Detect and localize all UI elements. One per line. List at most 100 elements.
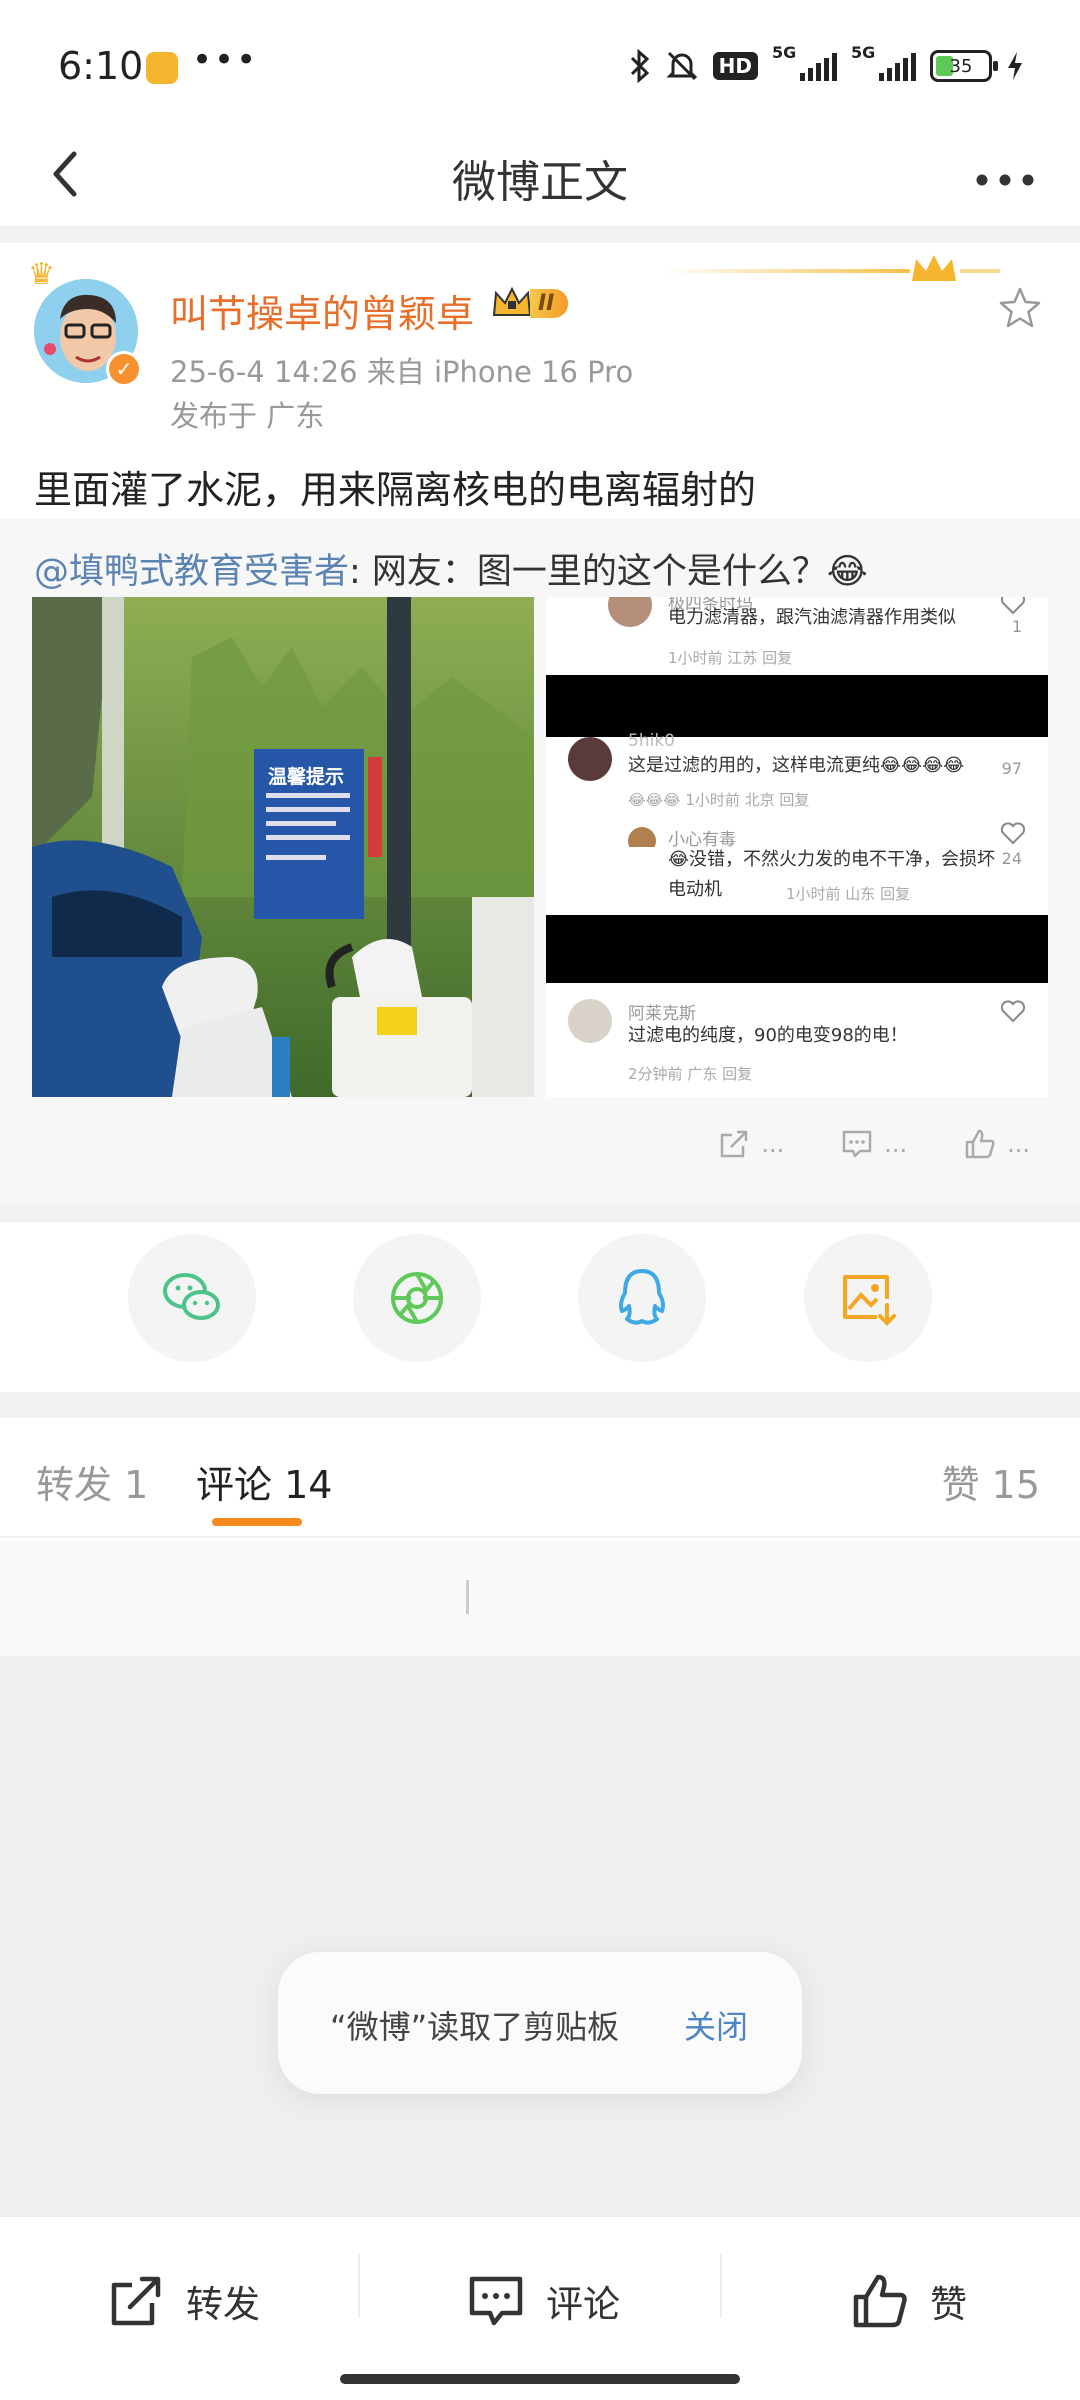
- redaction-bar: [546, 675, 1048, 737]
- toast-message: “微博”读取了剪贴板: [330, 2008, 620, 2046]
- comment-text: 电力滤清器，跟汽油滤清器作用类似: [668, 607, 956, 628]
- share-moments-button[interactable]: [353, 1234, 481, 1362]
- more-options-icon[interactable]: [970, 150, 1040, 210]
- bluetooth-icon: [630, 49, 649, 83]
- comment-icon: [469, 2276, 523, 2326]
- comment-time: 😂😂😂 1小时前 北京 回复: [628, 791, 810, 809]
- comment-like-icon: [1000, 597, 1026, 615]
- retweet-text: @填鸭式教育受害者: 网友：图一里的这个是什么？😂: [34, 543, 868, 594]
- empty-area: [0, 1656, 1080, 2216]
- more-notifications-icon: •••: [192, 40, 259, 80]
- active-tab-indicator: [212, 1518, 302, 1526]
- comment-button[interactable]: 评论: [466, 2271, 620, 2331]
- redaction-bar: [546, 915, 1048, 983]
- screenshot-comment-2: 5hik0 这是过滤的用的，这样电流更纯😂😂😂😂 😂😂😂 1小时前 北京 回复 …: [546, 731, 1048, 857]
- separator: [720, 2253, 722, 2317]
- repost-button[interactable]: 转发: [106, 2271, 260, 2331]
- retweet-like-button[interactable]: ...: [963, 1127, 1030, 1161]
- retweet-card[interactable]: @填鸭式教育受害者: 网友：图一里的这个是什么？😂 温馨提示 极四条时玛 电力滤…: [0, 519, 1080, 1205]
- repost-label: 转发: [186, 2283, 260, 2326]
- comment-like-count: 97: [1001, 759, 1022, 778]
- retweet-repost-button[interactable]: ...: [717, 1127, 784, 1161]
- comment-label: 评论: [546, 2283, 620, 2326]
- mention-link[interactable]: @填鸭式教育受害者: [34, 552, 349, 592]
- battery-level: 35: [949, 55, 973, 77]
- like-icon: [965, 1129, 995, 1159]
- divider: [0, 1205, 1080, 1222]
- charging-icon: [1008, 52, 1022, 80]
- signal-label-1: 5G: [772, 43, 797, 62]
- separator: [358, 2253, 360, 2317]
- retweet-image-1[interactable]: 温馨提示: [32, 597, 534, 1097]
- comment-like-icon: [1000, 822, 1026, 845]
- share-row: [0, 1222, 1080, 1392]
- signal-icon-1: 5G: [772, 43, 837, 81]
- retweet-comment-button[interactable]: ...: [840, 1127, 907, 1161]
- comments-loading-area: [0, 1540, 1080, 1656]
- toast-close-button[interactable]: 关闭: [684, 2002, 748, 2048]
- qq-icon: [619, 1269, 665, 1325]
- level-badge[interactable]: II: [490, 283, 569, 323]
- comment-like-count: 24: [1001, 849, 1022, 868]
- repost-icon: [721, 1130, 748, 1158]
- post-meta: 25-6-4 14:26 来自 iPhone 16 Pro: [170, 355, 634, 389]
- tab-like[interactable]: 赞 15: [942, 1454, 1040, 1509]
- author-name[interactable]: 叫节操卓的曾颖卓: [170, 283, 474, 338]
- comment-like-icon: [1000, 1000, 1026, 1023]
- comment-text: 这是过滤的用的，这样电流更纯😂😂😂😂: [628, 755, 965, 776]
- like-button[interactable]: 赞: [850, 2271, 967, 2331]
- tab-comment[interactable]: 评论 14: [196, 1454, 332, 1509]
- status-time: 6:10: [58, 44, 144, 88]
- comment-icon: [842, 1130, 872, 1158]
- post-text: 里面灌了水泥，用来隔离核电的电离辐射的: [34, 468, 757, 512]
- comment-time: 1小时前 江苏 回复: [668, 649, 793, 667]
- mute-bell-icon: [666, 51, 698, 81]
- commenter-name: 5hik0: [628, 731, 675, 751]
- level-crown-icon: [492, 286, 532, 316]
- share-wechat-button[interactable]: [128, 1234, 256, 1362]
- post-card: ♛ ✓ 叫节操卓的曾颖卓 II 25-6-4 14:26 来自 iPhone 1…: [0, 243, 1080, 1205]
- share-qq-button[interactable]: [578, 1234, 706, 1362]
- tab-repost[interactable]: 转发 1: [36, 1454, 148, 1509]
- commenter-avatar: [608, 597, 652, 627]
- commenter-avatar: [568, 737, 612, 781]
- save-image-icon: [843, 1275, 896, 1326]
- like-label: 赞: [930, 2283, 967, 2326]
- retweet-actions: ... ... ...: [717, 1127, 1030, 1161]
- screenshot-comment-1: 极四条时玛 电力滤清器，跟汽油滤清器作用类似 1小时前 江苏 回复 1: [546, 597, 1048, 677]
- signal-icon-2: 5G: [851, 43, 916, 81]
- page-title: 微博正文: [452, 157, 628, 208]
- hd-badge: HD: [712, 52, 758, 80]
- comment-time: 2分钟前 广东 回复: [628, 1065, 753, 1083]
- divider: [0, 226, 1080, 243]
- save-image-button[interactable]: [804, 1234, 932, 1362]
- crown-decoration: [660, 255, 1000, 281]
- battery-icon: 35: [930, 50, 998, 82]
- title-bar: 微博正文: [0, 130, 1080, 226]
- screenshot-comment-4: 阿莱克斯 过滤电的纯度，90的电变98的电！ 2分钟前 广东 回复: [546, 983, 1048, 1097]
- favorite-star-icon[interactable]: [996, 285, 1044, 333]
- sign-title: 温馨提示: [268, 765, 344, 788]
- comment-time: 1小时前 山东 回复: [786, 885, 911, 903]
- verified-badge-icon: ✓: [106, 351, 142, 387]
- notification-app-icon: [146, 52, 178, 84]
- divider: [0, 1392, 1080, 1418]
- retweet-body: : 网友：图一里的这个是什么？😂: [349, 552, 868, 592]
- detail-tabs: 转发 1 评论 14 赞 15: [0, 1418, 1080, 1538]
- clipboard-toast: “微博”读取了剪贴板 关闭: [278, 1952, 802, 2094]
- signal-label-2: 5G: [851, 43, 876, 62]
- comment-count: ...: [884, 1130, 908, 1158]
- home-indicator[interactable]: [340, 2374, 740, 2384]
- status-icons: HD 5G 5G 35: [629, 43, 1024, 86]
- post-location: 发布于 广东: [170, 399, 325, 433]
- like-icon: [853, 2274, 907, 2328]
- retweet-image-2[interactable]: 极四条时玛 电力滤清器，跟汽油滤清器作用类似 1小时前 江苏 回复 1 5hik…: [546, 597, 1048, 1097]
- repost-icon: [111, 2276, 161, 2326]
- moments-icon: [391, 1272, 443, 1324]
- comment-like-count: 1: [1011, 617, 1022, 636]
- comment-text: 过滤电的纯度，90的电变98的电！: [628, 1025, 908, 1046]
- avatar-crown-icon: ♛: [28, 257, 55, 292]
- bottom-action-bar: 转发 评论 赞: [0, 2216, 1080, 2400]
- screenshot-comment-3: 😂没错，不然火力发的电不干净，会损坏电动机 1小时前 山东 回复 24: [546, 822, 1048, 917]
- status-bar: 6:10 ••• HD 5G 5G 35: [0, 0, 1080, 130]
